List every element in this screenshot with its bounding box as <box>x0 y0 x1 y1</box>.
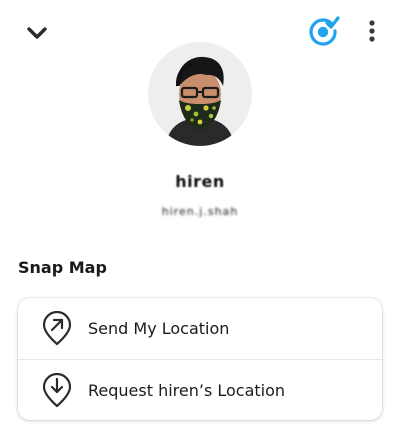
request-location-button[interactable]: Request hiren’s Location <box>18 359 382 420</box>
snap-map-card: Send My Location Request hiren’s Locatio… <box>18 298 382 420</box>
request-location-label: Request hiren’s Location <box>88 381 286 400</box>
display-name: hiren <box>175 172 225 191</box>
avatar[interactable] <box>148 42 252 146</box>
location-arrow-pin-icon <box>40 310 74 348</box>
send-my-location-button[interactable]: Send My Location <box>18 298 382 359</box>
bitmoji-avatar <box>148 42 252 146</box>
send-my-location-label: Send My Location <box>88 319 230 338</box>
profile-screen: hiren hiren.j.shah Snap Map Send My Loca… <box>0 0 400 438</box>
chevron-down-icon <box>27 27 47 39</box>
username: hiren.j.shah <box>161 205 239 218</box>
more-vertical-icon <box>369 20 375 42</box>
back-button[interactable] <box>20 16 54 50</box>
bitmoji-check-icon <box>309 16 340 46</box>
more-options-button[interactable] <box>356 12 388 50</box>
location-download-pin-icon <box>40 372 74 410</box>
section-title-snap-map: Snap Map <box>18 258 107 277</box>
bitmoji-button[interactable] <box>304 12 342 50</box>
